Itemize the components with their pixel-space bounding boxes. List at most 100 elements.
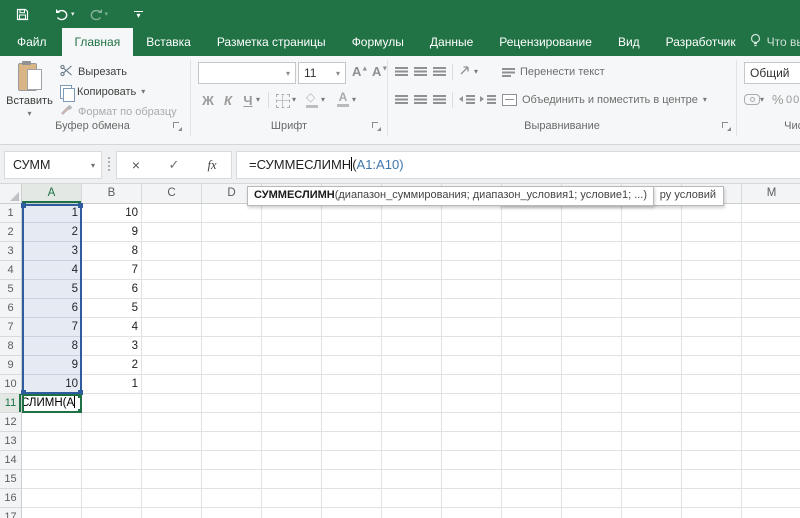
select-all-corner[interactable]: [0, 184, 22, 204]
font-color-button: А: [337, 92, 349, 107]
row-header-1[interactable]: 1: [0, 204, 22, 223]
copy-dropdown-icon[interactable]: ▾: [141, 88, 145, 96]
row-header-2[interactable]: 2: [0, 223, 22, 242]
undo-dropdown-icon[interactable]: ▾: [71, 10, 75, 18]
accounting-format-button[interactable]: [744, 94, 760, 108]
number-format-combo[interactable]: Общий: [744, 62, 800, 84]
grid-cell-B6[interactable]: 5: [82, 299, 142, 318]
enter-icon[interactable]: ✓: [155, 157, 193, 173]
function-tooltip-name: СУММЕСЛИМН: [254, 189, 335, 201]
column-header-A[interactable]: A: [22, 184, 82, 204]
ribbon: Вставить ▾ Вырезать Копировать ▾ Формат …: [0, 56, 800, 145]
italic-button[interactable]: К: [220, 90, 236, 110]
tab-file[interactable]: Файл: [2, 28, 62, 56]
grid-cell-B1[interactable]: 10: [82, 204, 142, 223]
increase-indent-icon[interactable]: [480, 94, 496, 104]
underline-button[interactable]: Ч: [240, 90, 256, 110]
row-header-14[interactable]: 14: [0, 451, 22, 470]
grid-cell-B2[interactable]: 9: [82, 223, 142, 242]
column-header-C[interactable]: C: [142, 184, 202, 204]
font-color-icon: А: [339, 90, 348, 104]
save-button[interactable]: [16, 0, 29, 28]
row-header-8[interactable]: 8: [0, 337, 22, 356]
grid-cell-B4[interactable]: 7: [82, 261, 142, 280]
paste-dropdown-icon[interactable]: ▾: [27, 110, 31, 118]
font-dialog-launcher-icon[interactable]: [372, 122, 382, 132]
borders-button[interactable]: [276, 94, 290, 111]
row-header-10[interactable]: 10: [0, 375, 22, 394]
undo-button[interactable]: ▾: [55, 0, 75, 28]
row-header-5[interactable]: 5: [0, 280, 22, 299]
borders-dropdown-icon[interactable]: ▾: [292, 96, 296, 104]
alignment-dialog-launcher-icon[interactable]: [722, 122, 732, 132]
tell-me-box[interactable]: Что вы хо: [749, 28, 800, 56]
shrink-font-button[interactable]: А▼: [372, 64, 388, 79]
tab-formulas[interactable]: Формулы: [339, 28, 417, 56]
percent-style-button[interactable]: %: [772, 92, 784, 107]
active-cell-handle-tr[interactable]: [78, 394, 82, 398]
grow-font-button[interactable]: А▲: [352, 64, 368, 79]
row-header-16[interactable]: 16: [0, 489, 22, 508]
tab-home[interactable]: Главная: [62, 28, 134, 56]
decimal-button[interactable]: 00: [786, 94, 800, 106]
align-right-icon[interactable]: [433, 94, 446, 104]
formula-bar-handle[interactable]: [108, 157, 110, 171]
font-name-combo[interactable]: ▾: [198, 62, 296, 84]
grid-cell-B9[interactable]: 2: [82, 356, 142, 375]
row-header-15[interactable]: 15: [0, 470, 22, 489]
copy-button[interactable]: Копировать ▾: [60, 84, 145, 100]
align-left-icon[interactable]: [395, 94, 408, 104]
bold-button[interactable]: Ж: [200, 90, 216, 110]
active-cell-handle-br[interactable]: [78, 409, 82, 413]
insert-function-icon[interactable]: fx: [193, 158, 231, 173]
merge-center-button[interactable]: Объединить и поместить в центре ▾: [502, 92, 707, 108]
row-header-17[interactable]: 17: [0, 508, 22, 518]
cancel-icon[interactable]: ×: [117, 157, 155, 173]
row-header-4[interactable]: 4: [0, 261, 22, 280]
grid-cell-B5[interactable]: 6: [82, 280, 142, 299]
align-bottom-icon[interactable]: [433, 66, 446, 76]
tab-developer[interactable]: Разработчик: [653, 28, 749, 56]
range-handle-tr[interactable]: [78, 203, 83, 208]
chevron-down-icon[interactable]: ▾: [281, 69, 295, 78]
column-header-M[interactable]: M: [742, 184, 800, 204]
row-header-9[interactable]: 9: [0, 356, 22, 375]
cut-button[interactable]: Вырезать: [60, 64, 127, 80]
accounting-dropdown-icon[interactable]: ▾: [760, 96, 764, 104]
grid-cell-B7[interactable]: 4: [82, 318, 142, 337]
decrease-indent-icon[interactable]: [459, 94, 475, 104]
name-box-dropdown-icon[interactable]: ▾: [85, 161, 101, 170]
grid-cell-B10[interactable]: 1: [82, 375, 142, 394]
orientation-button[interactable]: [459, 64, 471, 79]
row-header-3[interactable]: 3: [0, 242, 22, 261]
align-middle-icon[interactable]: [414, 66, 427, 76]
active-cell[interactable]: СЛИМН(A: [22, 394, 82, 413]
row-header-6[interactable]: 6: [0, 299, 22, 318]
row-header-12[interactable]: 12: [0, 413, 22, 432]
scissors-icon: [60, 64, 73, 80]
chevron-down-icon[interactable]: ▾: [331, 69, 345, 78]
clipboard-dialog-launcher-icon[interactable]: [173, 122, 183, 132]
orientation-dropdown-icon[interactable]: ▾: [474, 68, 478, 76]
tab-data[interactable]: Данные: [417, 28, 486, 56]
row-header-13[interactable]: 13: [0, 432, 22, 451]
font-size-combo[interactable]: 11 ▾: [298, 62, 346, 84]
tab-review[interactable]: Рецензирование: [486, 28, 605, 56]
column-header-B[interactable]: B: [82, 184, 142, 204]
tab-view[interactable]: Вид: [605, 28, 653, 56]
align-center-icon[interactable]: [414, 94, 427, 104]
underline-dropdown-icon[interactable]: ▾: [256, 96, 260, 104]
range-handle-tl[interactable]: [21, 203, 26, 208]
formula-input[interactable]: =СУММЕСЛИМН(A1:A10): [236, 151, 800, 179]
tab-page-layout[interactable]: Разметка страницы: [204, 28, 339, 56]
row-header-11[interactable]: 11: [0, 394, 22, 413]
name-box[interactable]: СУММ ▾: [4, 151, 102, 179]
grid-cell-B8[interactable]: 3: [82, 337, 142, 356]
wrap-text-button[interactable]: Перенести текст: [502, 64, 605, 80]
align-top-icon[interactable]: [395, 66, 408, 76]
row-header-7[interactable]: 7: [0, 318, 22, 337]
tab-insert[interactable]: Вставка: [133, 28, 204, 56]
grid-cell-B3[interactable]: 8: [82, 242, 142, 261]
customize-qat-button[interactable]: ▾: [134, 0, 143, 28]
merge-center-dropdown-icon[interactable]: ▾: [703, 96, 707, 104]
